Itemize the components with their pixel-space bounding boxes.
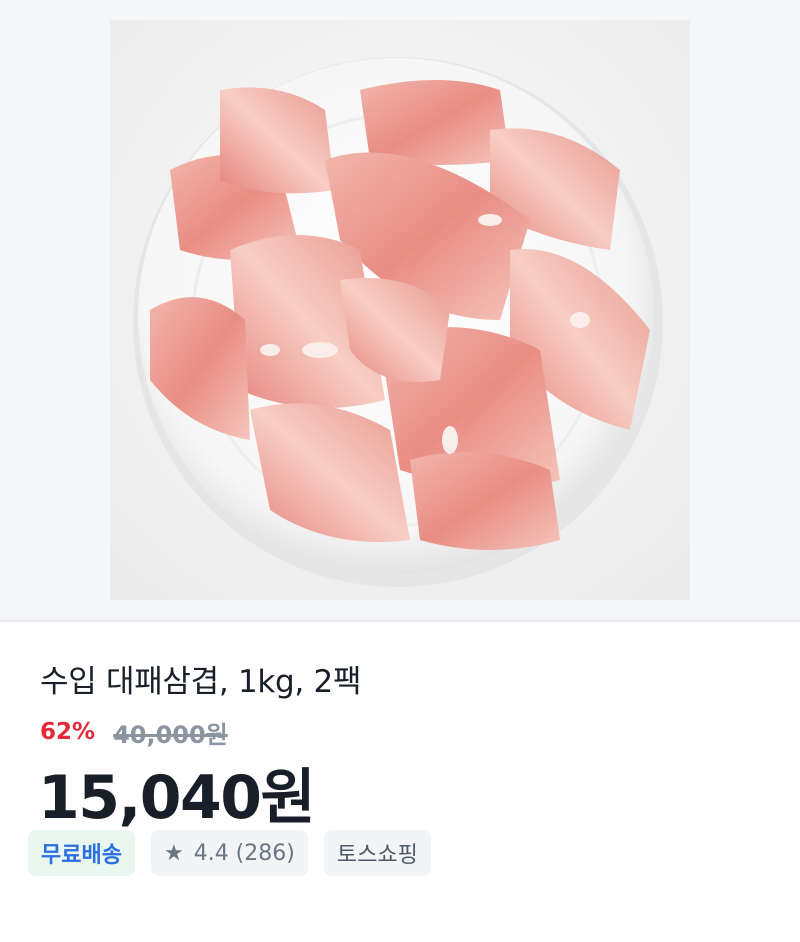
- store-name: 토스쇼핑: [336, 843, 418, 868]
- pork-belly-plate-image: [110, 20, 690, 600]
- image-divider: [0, 620, 800, 622]
- original-price: 40,000원: [113, 720, 228, 749]
- store-badge[interactable]: 토스쇼핑: [323, 830, 431, 876]
- sale-price: 15,040원: [38, 763, 316, 833]
- rating-badge[interactable]: ★ 4.4 (286): [150, 830, 308, 876]
- product-image-area: [0, 0, 800, 620]
- free-shipping-badge: 무료배송: [28, 830, 135, 876]
- product-photo[interactable]: [110, 20, 690, 600]
- badge-row: 무료배송 ★ 4.4 (286) 토스쇼핑: [28, 830, 431, 876]
- star-icon: ★: [163, 840, 184, 866]
- product-title[interactable]: 수입 대패삼겹, 1kg, 2팩: [40, 656, 361, 701]
- discount-row: 62% 40,000원: [40, 716, 228, 749]
- rating-value: 4.4 (286): [193, 840, 295, 866]
- discount-rate: 62%: [40, 719, 96, 745]
- free-shipping-label: 무료배송: [41, 843, 122, 868]
